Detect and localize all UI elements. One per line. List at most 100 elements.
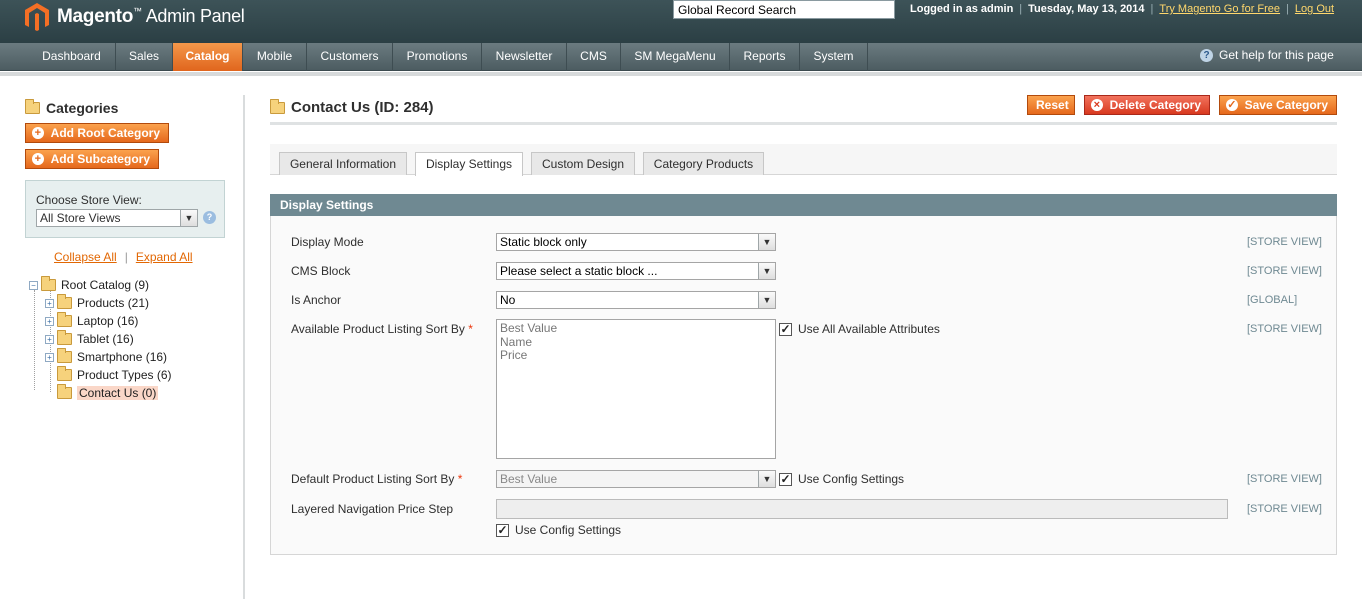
nav-dashboard[interactable]: Dashboard bbox=[28, 43, 116, 71]
tree-node-laptop[interactable]: + Laptop (16) bbox=[45, 312, 138, 328]
section-header: Display Settings bbox=[270, 194, 1337, 216]
nav-mobile[interactable]: Mobile bbox=[243, 43, 307, 71]
tree-node-tablet[interactable]: + Tablet (16) bbox=[45, 330, 134, 346]
tree-node-products[interactable]: + Products (21) bbox=[45, 294, 149, 310]
chevron-down-icon: ▼ bbox=[758, 234, 775, 250]
nav-reports[interactable]: Reports bbox=[730, 43, 800, 71]
logout-link[interactable]: Log Out bbox=[1295, 3, 1334, 15]
add-subcategory-button[interactable]: + Add Subcategory bbox=[25, 149, 159, 169]
page-title: Contact Us (ID: 284) bbox=[270, 98, 434, 116]
available-sort-by-multiselect[interactable]: Best Value Name Price bbox=[496, 319, 776, 459]
folder-icon bbox=[57, 312, 72, 327]
store-view-label: Choose Store View: bbox=[36, 193, 142, 207]
help-link[interactable]: ? Get help for this page bbox=[1200, 48, 1334, 62]
global-search-input[interactable] bbox=[673, 0, 895, 19]
nav-promotions[interactable]: Promotions bbox=[393, 43, 482, 71]
price-step-label: Layered Navigation Price Step bbox=[291, 502, 454, 516]
scope-label: [STORE VIEW] bbox=[1247, 323, 1322, 335]
nav-cms[interactable]: CMS bbox=[567, 43, 621, 71]
scope-label: [STORE VIEW] bbox=[1247, 236, 1322, 248]
collapse-icon[interactable]: − bbox=[29, 280, 38, 290]
price-step-use-config-checkbox[interactable]: ✓ Use Config Settings bbox=[496, 523, 621, 537]
folder-icon bbox=[25, 99, 40, 114]
save-category-button[interactable]: ✓ Save Category bbox=[1219, 95, 1337, 115]
default-sort-use-config-checkbox[interactable]: ✓ Use Config Settings bbox=[779, 472, 904, 486]
check-circle-icon: ✓ bbox=[1226, 99, 1238, 111]
help-icon: ? bbox=[1200, 48, 1213, 62]
folder-icon bbox=[57, 366, 72, 381]
tab-general-information[interactable]: General Information bbox=[279, 152, 407, 175]
magento-logo[interactable]: Magento™ Admin Panel bbox=[24, 2, 245, 32]
tree-connector bbox=[34, 290, 35, 390]
logo-text: Magento™ Admin Panel bbox=[57, 6, 245, 27]
tab-custom-design[interactable]: Custom Design bbox=[531, 152, 635, 175]
expand-icon[interactable]: + bbox=[45, 298, 54, 308]
store-view-box: Choose Store View: All Store Views ▼ ? bbox=[25, 180, 225, 238]
expand-icon[interactable]: + bbox=[45, 352, 54, 362]
check-icon[interactable]: ✓ bbox=[779, 322, 792, 336]
folder-icon bbox=[57, 330, 72, 345]
categories-title: Categories bbox=[25, 99, 118, 116]
nav-sm-megamenu[interactable]: SM MegaMenu bbox=[621, 43, 730, 71]
folder-icon bbox=[57, 384, 72, 399]
display-mode-label: Display Mode bbox=[291, 235, 364, 249]
cms-block-select[interactable]: Please select a static block ... ▼ bbox=[496, 262, 776, 280]
header-links: Logged in as admin | Tuesday, May 13, 2014… bbox=[910, 3, 1335, 15]
try-magento-link[interactable]: Try Magento Go for Free bbox=[1159, 3, 1280, 15]
plus-circle-icon: + bbox=[32, 127, 44, 139]
use-all-attributes-checkbox[interactable]: ✓ Use All Available Attributes bbox=[779, 322, 940, 336]
nav-shadow bbox=[0, 72, 1362, 76]
is-anchor-label: Is Anchor bbox=[291, 293, 342, 307]
expand-icon[interactable]: + bbox=[45, 316, 54, 326]
list-item[interactable]: Name bbox=[500, 335, 772, 350]
default-sort-by-select[interactable]: Best Value ▼ bbox=[496, 470, 776, 488]
folder-icon bbox=[270, 98, 285, 114]
list-item[interactable]: Price bbox=[500, 348, 772, 363]
tree-toggle-links: Collapse All | Expand All bbox=[54, 250, 193, 264]
check-icon[interactable]: ✓ bbox=[779, 472, 792, 486]
tab-category-products[interactable]: Category Products bbox=[643, 152, 764, 175]
nav-customers[interactable]: Customers bbox=[307, 43, 393, 71]
add-root-category-button[interactable]: + Add Root Category bbox=[25, 123, 169, 143]
sidebar-divider bbox=[243, 95, 245, 599]
nav-sales[interactable]: Sales bbox=[116, 43, 173, 71]
plus-circle-icon: + bbox=[32, 153, 44, 165]
default-sort-by-label: Default Product Listing Sort By * bbox=[291, 472, 463, 486]
date-text: Tuesday, May 13, 2014 bbox=[1028, 3, 1145, 15]
folder-icon bbox=[57, 348, 72, 363]
delete-category-button[interactable]: × Delete Category bbox=[1084, 95, 1210, 115]
collapse-all-link[interactable]: Collapse All bbox=[54, 250, 117, 264]
tab-display-settings[interactable]: Display Settings bbox=[415, 152, 523, 176]
available-sort-by-label: Available Product Listing Sort By * bbox=[291, 322, 473, 336]
chevron-down-icon: ▼ bbox=[758, 292, 775, 308]
reset-button[interactable]: Reset bbox=[1027, 95, 1075, 115]
nav-newsletter[interactable]: Newsletter bbox=[482, 43, 567, 71]
required-marker: * bbox=[468, 322, 473, 336]
tree-node-product-types[interactable]: Product Types (6) bbox=[57, 366, 172, 382]
nav-system[interactable]: System bbox=[800, 43, 868, 71]
chevron-down-icon: ▼ bbox=[758, 263, 775, 279]
folder-icon bbox=[41, 276, 56, 291]
admin-header: Magento™Admin Panel Logged in as admin|T… bbox=[0, 0, 1362, 43]
is-anchor-select[interactable]: No ▼ bbox=[496, 291, 776, 309]
expand-icon[interactable]: + bbox=[45, 334, 54, 344]
nav-catalog[interactable]: Catalog bbox=[173, 43, 243, 71]
scope-label: [STORE VIEW] bbox=[1247, 265, 1322, 277]
main-nav: Dashboard Sales Catalog Mobile Customers… bbox=[0, 43, 1362, 71]
store-view-select[interactable]: All Store Views ▼ bbox=[36, 209, 198, 227]
check-icon[interactable]: ✓ bbox=[496, 523, 509, 537]
delete-icon: × bbox=[1091, 99, 1103, 111]
help-icon[interactable]: ? bbox=[203, 211, 216, 224]
scope-label: [STORE VIEW] bbox=[1247, 503, 1322, 515]
magento-logo-icon bbox=[25, 3, 49, 31]
tree-node-contact-us[interactable]: Contact Us (0) bbox=[57, 384, 159, 400]
tree-node-root-catalog[interactable]: − Root Catalog (9) bbox=[29, 276, 149, 292]
chevron-down-icon: ▼ bbox=[758, 471, 775, 487]
expand-all-link[interactable]: Expand All bbox=[136, 250, 193, 264]
display-mode-select[interactable]: Static block only ▼ bbox=[496, 233, 776, 251]
tree-node-smartphone[interactable]: + Smartphone (16) bbox=[45, 348, 167, 364]
chevron-down-icon: ▼ bbox=[180, 210, 197, 226]
price-step-input[interactable] bbox=[496, 499, 1228, 519]
list-item[interactable]: Best Value bbox=[500, 321, 772, 336]
cms-block-label: CMS Block bbox=[291, 264, 351, 278]
